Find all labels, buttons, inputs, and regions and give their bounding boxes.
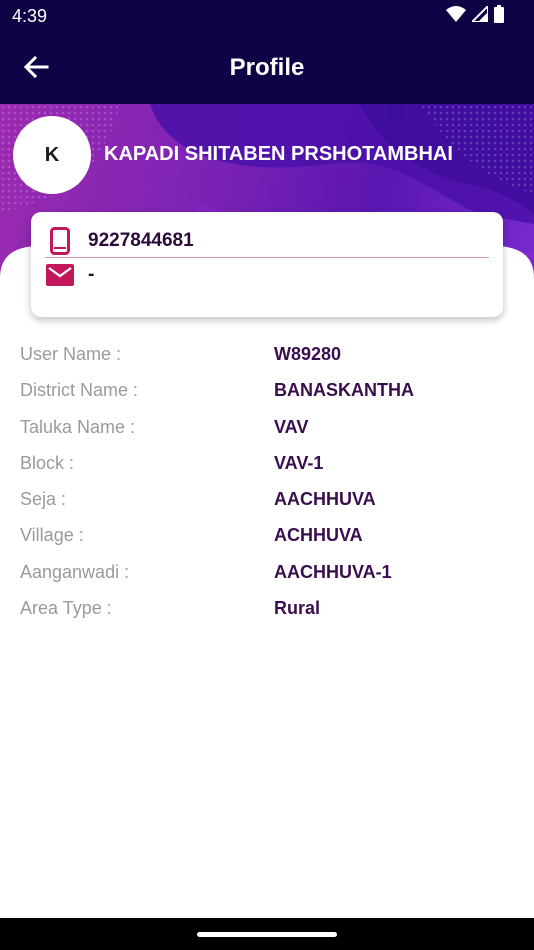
- mail-icon: [45, 260, 75, 290]
- detail-row: Village : ACHHUVA: [20, 521, 520, 557]
- detail-label: Seja :: [20, 489, 67, 510]
- detail-row: District Name : BANASKANTHA: [20, 376, 520, 412]
- detail-row: Block : VAV-1: [20, 449, 520, 485]
- detail-label: Block :: [20, 452, 75, 473]
- email-address: -: [88, 264, 95, 285]
- detail-value: Rural: [274, 598, 321, 619]
- smartphone-icon: [45, 226, 75, 256]
- profile-details: User Name : W89280 District Name : BANAS…: [20, 340, 520, 630]
- detail-value: VAV: [274, 416, 309, 437]
- detail-label: User Name :: [20, 344, 122, 364]
- detail-label: Village :: [20, 525, 84, 546]
- email-row: -: [45, 260, 94, 290]
- wifi-icon: [446, 5, 466, 27]
- detail-value: ACHHUVA: [274, 525, 363, 546]
- contact-card: 9227844681 -: [31, 212, 503, 317]
- detail-label: Taluka Name :: [20, 416, 136, 437]
- detail-label: Area Type :: [20, 598, 112, 619]
- detail-value: W89280: [274, 344, 342, 364]
- detail-row: Aanganwadi : AACHHUVA-1: [20, 558, 520, 594]
- detail-value: VAV-1: [274, 452, 324, 473]
- battery-icon: [494, 4, 504, 28]
- contact-divider: [45, 257, 489, 258]
- avatar: K: [13, 116, 91, 194]
- app-bar: Profile: [0, 34, 534, 104]
- detail-value: BANASKANTHA: [274, 380, 414, 401]
- profile-name: KAPADI SHITABEN PRSHOTAMBHAI: [104, 143, 453, 165]
- detail-label: Aanganwadi :: [20, 561, 130, 582]
- home-gesture-handle[interactable]: [197, 932, 337, 937]
- phone-number: 9227844681: [88, 230, 194, 251]
- status-time: 4:39: [12, 6, 48, 26]
- status-icons: [446, 3, 504, 28]
- detail-value: AACHHUVA-1: [274, 561, 392, 582]
- status-bar: 4:39: [0, 0, 534, 34]
- system-navigation-bar: [0, 918, 534, 950]
- signal-icon: [469, 3, 489, 27]
- detail-row: Area Type : Rural: [20, 594, 520, 630]
- detail-row: User Name : W89280: [20, 340, 520, 376]
- detail-label: District Name :: [20, 380, 139, 401]
- detail-row: Taluka Name : VAV: [20, 413, 520, 449]
- detail-value: AACHHUVA: [274, 489, 376, 510]
- detail-row: Seja : AACHHUVA: [20, 485, 520, 521]
- page-title: Profile: [229, 54, 305, 81]
- phone-row: 9227844681: [45, 226, 194, 256]
